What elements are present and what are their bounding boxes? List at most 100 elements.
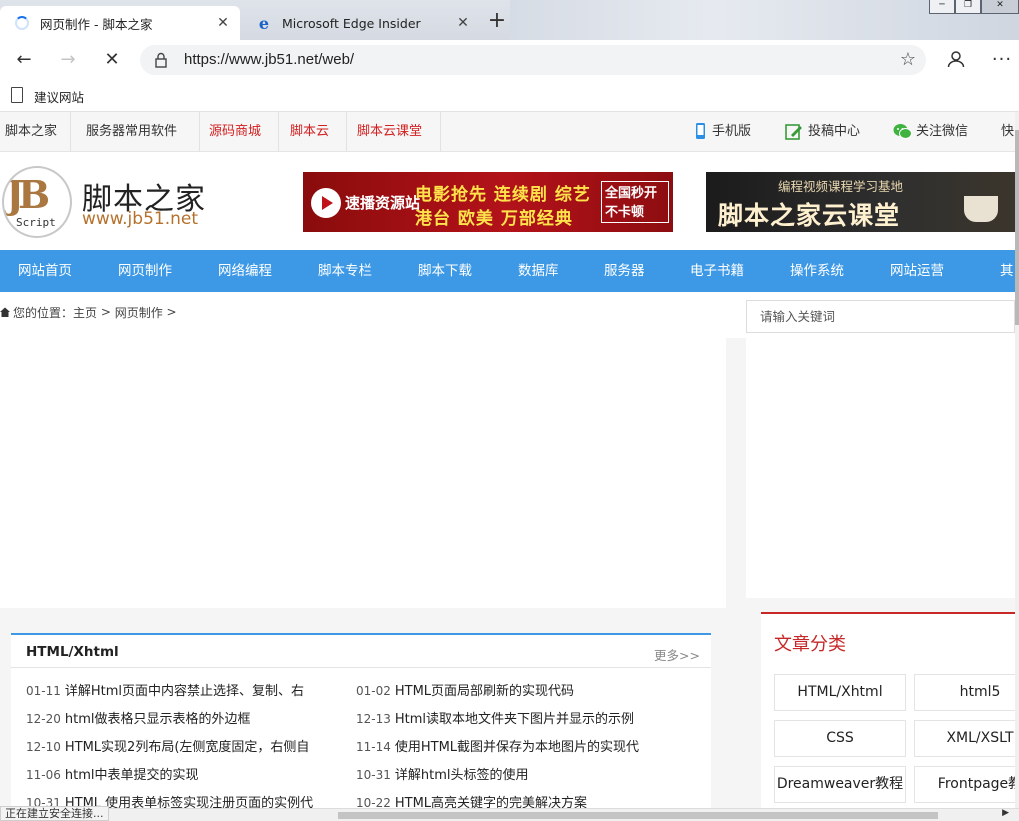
article-title[interactable]: Html读取本地文件夹下图片并显示的示例 [395, 712, 634, 727]
nav-item-downloads[interactable]: 脚本下载 [418, 250, 472, 292]
article-title[interactable]: HTML实现2列布局(左侧宽度固定，右侧自 [65, 740, 310, 755]
horizontal-scrollbar[interactable]: ▶ [0, 808, 1019, 821]
panel-title[interactable]: HTML/Xhtml [26, 644, 119, 660]
scrollbar-thumb[interactable] [1015, 130, 1019, 325]
nav-item-operations[interactable]: 网站运营 [890, 250, 944, 292]
play-icon [311, 188, 341, 218]
favorite-item-suggested-sites[interactable]: 建议网站 [34, 87, 84, 106]
stop-loading-icon[interactable]: ✕ [100, 49, 124, 71]
breadcrumb-section[interactable]: 网页制作 [115, 304, 163, 321]
tab-active[interactable]: 网页制作 - 脚本之家 ✕ [0, 6, 240, 40]
phone-icon [696, 123, 705, 139]
article-item[interactable]: 12-20 html做表格只显示表格的外边框 [26, 708, 326, 727]
minimize-button[interactable]: ─ [929, 0, 955, 14]
nav-item-scripts[interactable]: 脚本专栏 [318, 250, 372, 292]
topnav-item-truncated[interactable]: 快 [1001, 112, 1014, 152]
topnav-item-server-software[interactable]: 服务器常用软件 [86, 112, 177, 152]
category-css[interactable]: CSS [774, 720, 906, 757]
banner-ad-video[interactable]: 速播资源站 电影抢先 连续剧 综艺 港台 欧美 万部经典 全国秒开 不卡顿 [303, 172, 673, 232]
article-date: 01-02 [356, 684, 391, 698]
topnav-item-contribute[interactable]: 投稿中心 [808, 112, 860, 152]
ad-badge-line-2: 不卡顿 [605, 205, 645, 220]
forward-arrow-icon[interactable]: → [56, 49, 80, 71]
loading-spinner-icon [14, 15, 30, 31]
article-item[interactable]: 10-31 详解html头标签的使用 [356, 764, 696, 783]
category-xml-xslt[interactable]: XML/XSLT [914, 720, 1015, 757]
logo-mark[interactable]: JB Script [2, 166, 72, 238]
category-dreamweaver[interactable]: Dreamweaver教程 [774, 766, 906, 803]
favorite-star-icon[interactable]: ☆ [900, 49, 916, 70]
divider [440, 112, 441, 152]
article-date: 12-20 [26, 712, 61, 726]
main-nav: 网站首页 网页制作 网络编程 脚本专栏 脚本下载 数据库 服务器 电子书籍 操作… [0, 250, 1015, 292]
topnav-item-source-mall[interactable]: 源码商城 [209, 112, 261, 152]
tab-close-icon[interactable]: ✕ [452, 15, 474, 31]
nav-item-web-design[interactable]: 网页制作 [118, 250, 172, 292]
article-title[interactable]: html做表格只显示表格的外边框 [65, 712, 251, 727]
coffee-cup-icon [964, 196, 998, 222]
article-list-panel: HTML/Xhtml 更多>> 01-11 详解Html页面中内容禁止选择、复制、… [11, 633, 711, 808]
ad-placeholder-right [746, 338, 1015, 598]
category-html-xhtml[interactable]: HTML/Xhtml [774, 674, 906, 711]
tab-close-icon[interactable]: ✕ [212, 15, 234, 31]
lock-icon [155, 52, 167, 68]
article-title[interactable]: 使用HTML截图并保存为本地图片的实现代 [395, 740, 639, 755]
nav-item-home[interactable]: 网站首页 [18, 250, 72, 292]
scroll-right-arrow-icon[interactable]: ▶ [1002, 808, 1009, 818]
nav-item-truncated[interactable]: 其 [1000, 250, 1014, 292]
category-frontpage[interactable]: Frontpage教 [914, 766, 1015, 803]
article-item[interactable]: 11-14 使用HTML截图并保存为本地图片的实现代 [356, 736, 696, 755]
article-item[interactable]: 12-10 HTML实现2列布局(左侧宽度固定，右侧自 [26, 736, 326, 755]
article-title[interactable]: HTML页面局部刷新的实现代码 [395, 684, 574, 699]
new-tab-button[interactable]: + [484, 9, 510, 35]
nav-item-ebooks[interactable]: 电子书籍 [690, 250, 744, 292]
close-window-button[interactable]: ✕ [981, 0, 1019, 14]
article-item[interactable]: 01-02 HTML页面局部刷新的实现代码 [356, 680, 696, 699]
divider [70, 112, 71, 152]
article-title[interactable]: HTML高亮关键字的完美解决方案 [395, 796, 587, 808]
restore-button[interactable]: ❐ [955, 0, 981, 14]
url-text[interactable]: https://www.jb51.net/web/ [184, 51, 354, 68]
scrollbar-thumb[interactable] [338, 812, 938, 819]
article-item[interactable]: 11-06 html中表单提交的实现 [26, 764, 326, 783]
banner-ad-classroom[interactable]: 编程视频课程学习基地 脚本之家云课堂 [706, 172, 1015, 232]
tab-inactive[interactable]: e Microsoft Edge Insider ✕ [242, 6, 480, 40]
article-title[interactable]: 详解Html页面中内容禁止选择、复制、右 [65, 684, 304, 699]
breadcrumb-home[interactable]: 主页 [73, 304, 97, 321]
article-date: 10-22 [356, 796, 391, 808]
ad-badge: 全国秒开 不卡顿 [601, 181, 669, 223]
article-item[interactable]: 01-11 详解Html页面中内容禁止选择、复制、右 [26, 680, 326, 699]
article-item[interactable]: 10-22 HTML高亮关键字的完美解决方案 [356, 792, 696, 808]
topnav-item-script-cloud[interactable]: 脚本云 [290, 112, 329, 152]
logo-mark-text: JB [6, 172, 50, 217]
divider [278, 112, 279, 152]
article-item[interactable]: 12-13 Html读取本地文件夹下图片并显示的示例 [356, 708, 696, 727]
more-options-icon[interactable]: ··· [990, 49, 1014, 71]
address-bar[interactable]: https://www.jb51.net/web/ ☆ [140, 45, 926, 75]
nav-item-database[interactable]: 数据库 [518, 250, 559, 292]
article-date: 10-31 [356, 768, 391, 782]
search-input[interactable] [747, 301, 1014, 332]
edge-icon: e [258, 13, 270, 33]
more-link[interactable]: 更多>> [654, 645, 700, 664]
topnav-item-mobile[interactable]: 手机版 [712, 112, 751, 152]
article-date: 12-13 [356, 712, 391, 726]
article-title[interactable]: 详解html头标签的使用 [395, 768, 529, 783]
logo-name-en[interactable]: www.jb51.net [82, 209, 198, 229]
breadcrumb-prefix: 您的位置： [13, 305, 74, 320]
category-html5[interactable]: html5 [914, 674, 1015, 711]
topnav-item-home[interactable]: 脚本之家 [5, 112, 57, 152]
article-title[interactable]: html中表单提交的实现 [65, 768, 199, 783]
wechat-icon [893, 124, 912, 139]
favorites-bar: 建议网站 [0, 80, 1019, 112]
edit-icon [785, 124, 802, 140]
nav-item-server[interactable]: 服务器 [604, 250, 645, 292]
topnav-item-cloud-classroom[interactable]: 脚本云课堂 [357, 112, 422, 152]
nav-item-programming[interactable]: 网络编程 [218, 250, 272, 292]
back-arrow-icon[interactable]: ← [12, 49, 36, 71]
nav-item-os[interactable]: 操作系统 [790, 250, 844, 292]
profile-icon[interactable] [946, 49, 966, 69]
article-date: 11-14 [356, 740, 391, 754]
topnav-item-follow-wechat[interactable]: 关注微信 [916, 112, 968, 152]
vertical-scrollbar[interactable] [1015, 112, 1019, 808]
